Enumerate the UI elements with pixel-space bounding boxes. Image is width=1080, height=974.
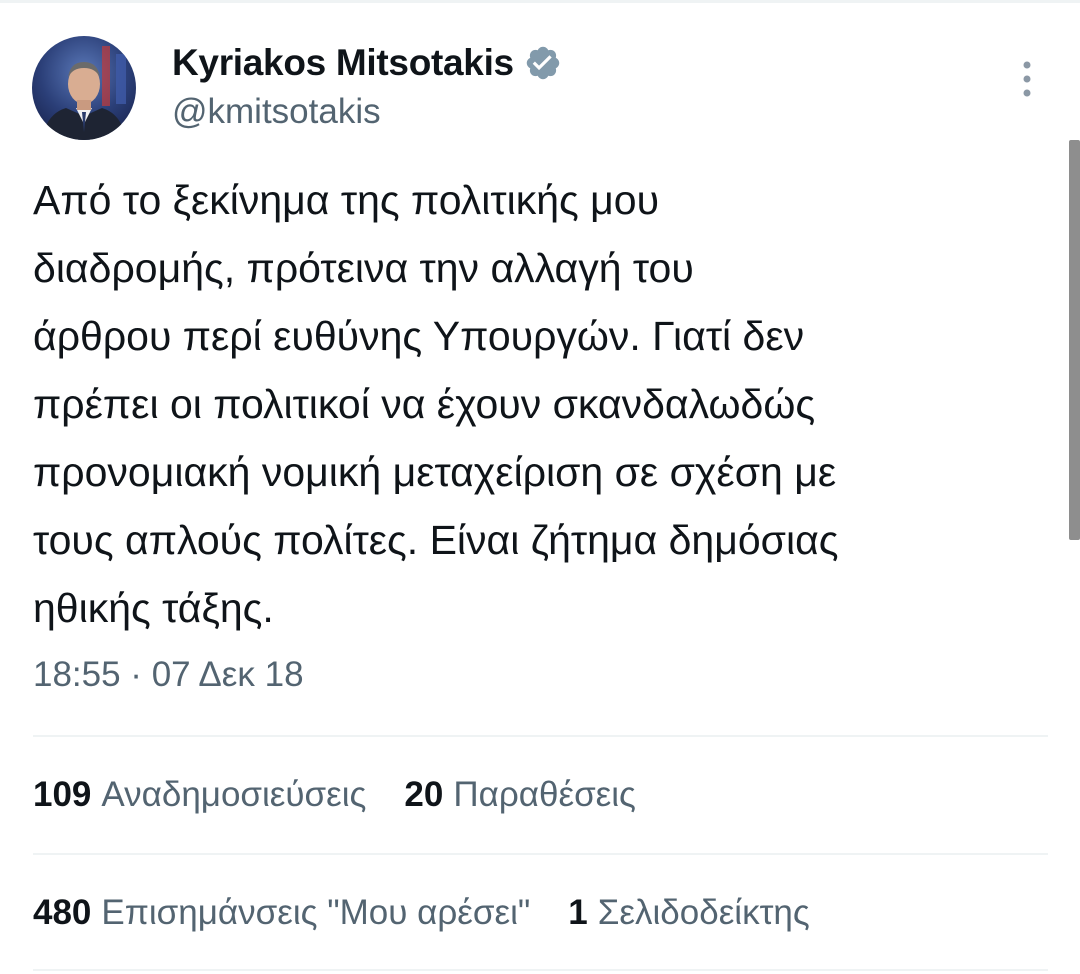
stats-row-likes-bookmarks: 480 Επισημάνσεις "Μου αρέσει" 1 Σελιδοδε… [33, 893, 810, 933]
likes-label: Επισημάνσεις "Μου αρέσει" [101, 893, 531, 932]
stats-divider-middle [33, 853, 1048, 855]
top-divider [0, 0, 1080, 3]
avatar[interactable] [32, 36, 136, 140]
likes-count: 480 [33, 893, 92, 932]
author-display-name[interactable]: Kyriakos Mitsotakis [172, 40, 562, 86]
stats-divider-top [33, 735, 1048, 737]
scrollbar-thumb[interactable] [1069, 140, 1080, 540]
tweet-text-line: άρθρου περί ευθύνης Υπουργών. Γιατί δεν [33, 313, 805, 359]
tweet-timestamp[interactable]: 18:55 · 07 Δεκ 18 [33, 655, 304, 695]
tweet-text-line: διαδρομής, πρότεινα την αλλαγή του [33, 245, 694, 291]
tweet-text-line: Από το ξεκίνημα της πολιτικής μου [33, 177, 659, 223]
stats-divider-bottom [33, 969, 1048, 971]
tweet-text-line: πρέπει οι πολιτικοί να έχουν σκανδαλωδώς [33, 381, 816, 427]
reposts-count: 109 [33, 775, 92, 814]
tweet-text: Από το ξεκίνημα της πολιτικής μου διαδρο… [33, 166, 1058, 642]
tweet-text-line: ηθικής τάξης. [33, 585, 274, 631]
verified-badge-icon [524, 44, 562, 82]
bookmarks-stat[interactable]: 1 Σελιδοδείκτης [568, 893, 809, 933]
tweet-text-line: τους απλούς πολίτες. Είναι ζήτημα δημόσι… [33, 517, 839, 563]
reposts-label: Αναδημοσιεύσεις [101, 775, 367, 814]
quotes-count: 20 [404, 775, 444, 814]
reposts-stat[interactable]: 109 Αναδημοσιεύσεις [33, 775, 366, 815]
author-handle[interactable]: @kmitsotakis [172, 92, 381, 132]
stats-row-reposts-quotes: 109 Αναδημοσιεύσεις 20 Παραθέσεις [33, 775, 636, 815]
bookmarks-label: Σελιδοδείκτης [597, 893, 810, 932]
likes-stat[interactable]: 480 Επισημάνσεις "Μου αρέσει" [33, 893, 530, 933]
tweet-text-line: προνομιακή νομική μεταχείριση σε σχέση μ… [33, 449, 837, 495]
quotes-label: Παραθέσεις [453, 775, 636, 814]
more-vertical-icon[interactable] [1015, 58, 1039, 100]
quotes-stat[interactable]: 20 Παραθέσεις [404, 775, 636, 815]
author-name-text: Kyriakos Mitsotakis [172, 42, 514, 83]
bookmarks-count: 1 [568, 893, 588, 932]
avatar-image [32, 36, 136, 140]
